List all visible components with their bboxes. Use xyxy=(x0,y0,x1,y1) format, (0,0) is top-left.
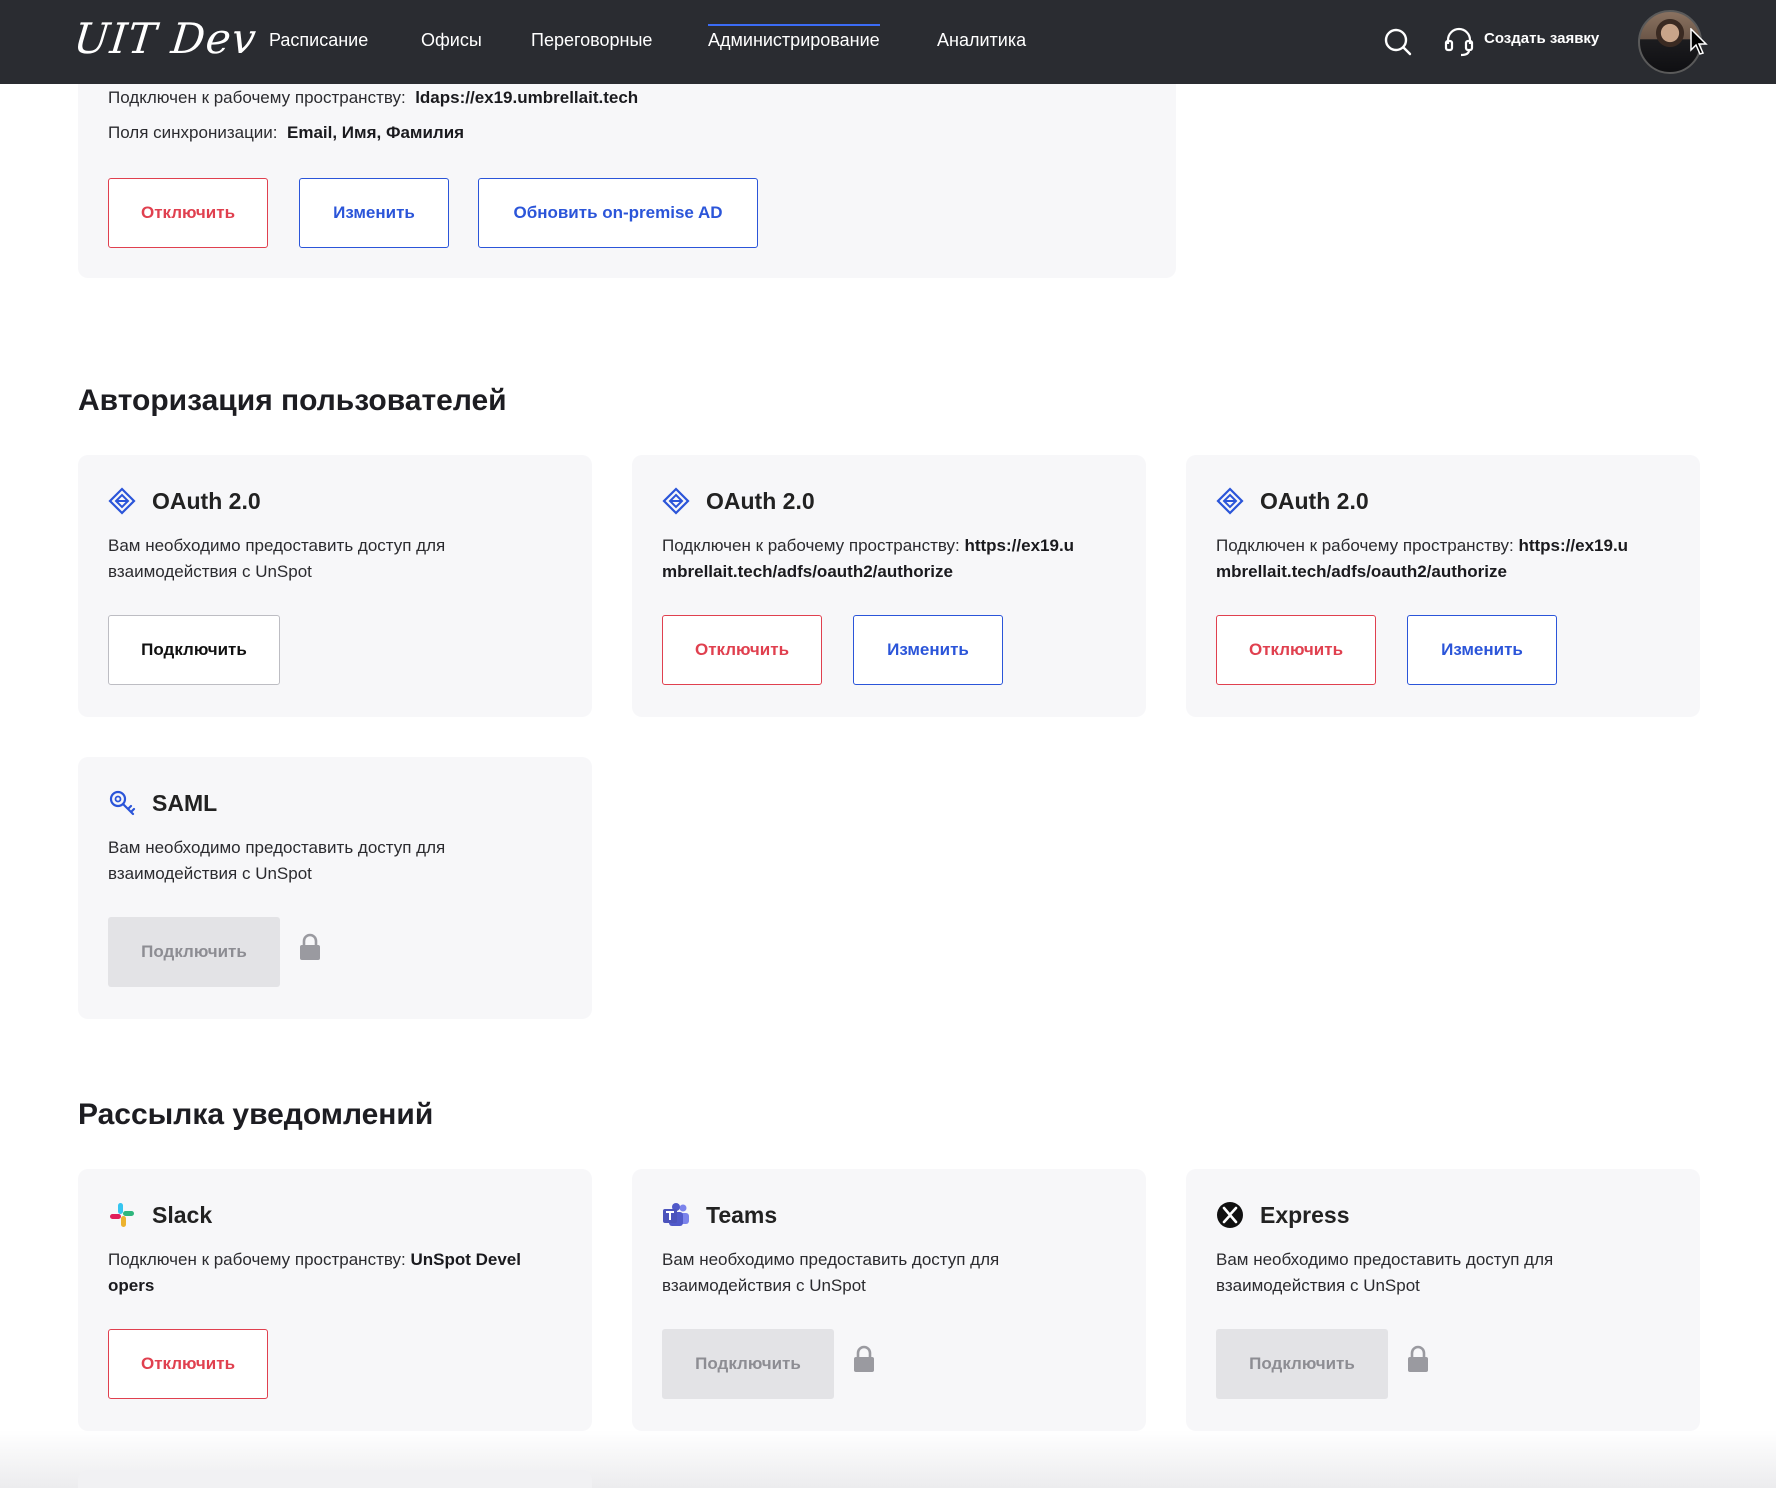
express-card-text: Вам необходимо предоставить доступ для в… xyxy=(1216,1250,1554,1295)
ldap-edit-button[interactable]: Изменить xyxy=(299,178,449,248)
slack-icon xyxy=(110,1203,134,1227)
lock-icon xyxy=(300,933,320,960)
oauth-icon xyxy=(1216,487,1244,515)
express-card-title: Express xyxy=(1260,1202,1350,1228)
slack-card-value1: UnSpot Devel xyxy=(410,1250,521,1269)
oauth-card-1-title: OAuth 2.0 xyxy=(152,488,261,514)
nav-analytics[interactable]: Аналитика xyxy=(937,30,1026,51)
background-modal-ghost: Интеграция с OAuth 2.0 xyxy=(440,180,1340,1280)
lock-icon xyxy=(1408,1345,1428,1372)
top-navigation-bar: UIT Dev Расписание Офисы Переговорные Ад… xyxy=(0,0,1776,84)
oauth-icon xyxy=(662,487,690,515)
oauth-card-3-edit-button[interactable]: Изменить xyxy=(1407,615,1557,685)
ldap-workspace-value: ldaps://ex19.umbrellait.tech xyxy=(415,88,639,107)
teams-icon xyxy=(663,1203,689,1226)
ldap-sync-label: Поля синхронизации: xyxy=(108,123,278,142)
oauth-card-2-edit-button[interactable]: Изменить xyxy=(853,615,1003,685)
oauth-card-2-value1: https://ex19.u xyxy=(964,536,1075,555)
mouse-cursor-icon xyxy=(1690,28,1708,55)
slack-card-label: Подключен к рабочему пространству: xyxy=(108,1250,406,1269)
ldap-workspace-label: Подключен к рабочему пространству: xyxy=(108,88,406,107)
ldap-refresh-ad-button[interactable]: Обновить on-premise AD xyxy=(478,178,758,248)
saml-card-title: SAML xyxy=(152,790,218,816)
lock-icon xyxy=(854,1345,874,1372)
auth-section-title: Авторизация пользователей xyxy=(78,384,507,417)
oauth-card-2: OAuth 2.0 Подключен к рабочему пространс… xyxy=(632,455,1146,717)
saml-connect-button[interactable]: Подключить xyxy=(108,917,280,987)
oauth-card-3-label: Подключен к рабочему пространству: xyxy=(1216,536,1514,555)
slack-card-text: Подключен к рабочему пространству: UnSpo… xyxy=(108,1247,568,1299)
app-logo[interactable]: UIT Dev xyxy=(71,14,259,63)
slack-card-value2: opers xyxy=(108,1276,155,1295)
ldap-sync-value: Email, Имя, Фамилия xyxy=(286,123,465,142)
create-ticket-link[interactable]: Создать заявку xyxy=(1484,30,1599,47)
nav-meeting-rooms[interactable]: Переговорные xyxy=(531,30,652,51)
teams-card: Teams Вам необходимо предоставить доступ… xyxy=(632,1169,1146,1431)
nav-administration[interactable]: Администрирование xyxy=(708,24,880,51)
ldap-disconnect-button[interactable]: Отключить xyxy=(108,178,268,248)
nav-schedule[interactable]: Расписание xyxy=(269,30,368,51)
slack-disconnect-button[interactable]: Отключить xyxy=(108,1329,268,1399)
teams-connect-button[interactable]: Подключить xyxy=(662,1329,834,1399)
search-icon[interactable] xyxy=(1383,27,1413,57)
oauth-card-2-value2: mbrellait.tech/adfs/oauth2/authorize xyxy=(662,562,953,581)
nav-offices[interactable]: Офисы xyxy=(421,30,482,51)
ldap-integration-card: Подключен к рабочему пространству: ldaps… xyxy=(78,60,1176,278)
oauth-card-1-text: Вам необходимо предоставить доступ для в… xyxy=(108,536,446,581)
headset-icon[interactable] xyxy=(1444,26,1474,58)
key-icon xyxy=(109,790,136,816)
oauth-card-3-value1: https://ex19.u xyxy=(1518,536,1629,555)
oauth-card-3-text: Подключен к рабочему пространству: https… xyxy=(1216,533,1676,585)
oauth-card-2-disconnect-button[interactable]: Отключить xyxy=(662,615,822,685)
saml-card: SAML Вам необходимо предоставить доступ … xyxy=(78,757,592,1019)
next-card-partial xyxy=(78,1470,592,1488)
oauth-card-2-title: OAuth 2.0 xyxy=(706,488,815,514)
oauth-card-1: OAuth 2.0 Вам необходимо предоставить до… xyxy=(78,455,592,717)
oauth-card-3: OAuth 2.0 Подключен к рабочему пространс… xyxy=(1186,455,1700,717)
oauth-card-3-value2: mbrellait.tech/adfs/oauth2/authorize xyxy=(1216,562,1507,581)
oauth-card-3-disconnect-button[interactable]: Отключить xyxy=(1216,615,1376,685)
ldap-workspace-line: Подключен к рабочему пространству: ldaps… xyxy=(108,88,638,108)
slack-card: Slack Подключен к рабочему пространству:… xyxy=(78,1169,592,1431)
oauth-card-3-title: OAuth 2.0 xyxy=(1260,488,1369,514)
notify-section-title: Рассылка уведомлений xyxy=(78,1098,434,1131)
express-icon xyxy=(1217,1202,1243,1228)
express-connect-button[interactable]: Подключить xyxy=(1216,1329,1388,1399)
saml-card-text: Вам необходимо предоставить доступ для в… xyxy=(108,838,446,883)
teams-card-title: Teams xyxy=(706,1202,778,1228)
oauth-icon xyxy=(108,487,136,515)
oauth-card-2-label: Подключен к рабочему пространству: xyxy=(662,536,960,555)
oauth-card-1-connect-button[interactable]: Подключить xyxy=(108,615,280,685)
slack-card-title: Slack xyxy=(152,1202,213,1228)
teams-card-text: Вам необходимо предоставить доступ для в… xyxy=(662,1250,1000,1295)
oauth-card-2-text: Подключен к рабочему пространству: https… xyxy=(662,533,1122,585)
ldap-sync-line: Поля синхронизации: Email, Имя, Фамилия xyxy=(108,123,464,143)
express-card: Express Вам необходимо предоставить дост… xyxy=(1186,1169,1700,1431)
